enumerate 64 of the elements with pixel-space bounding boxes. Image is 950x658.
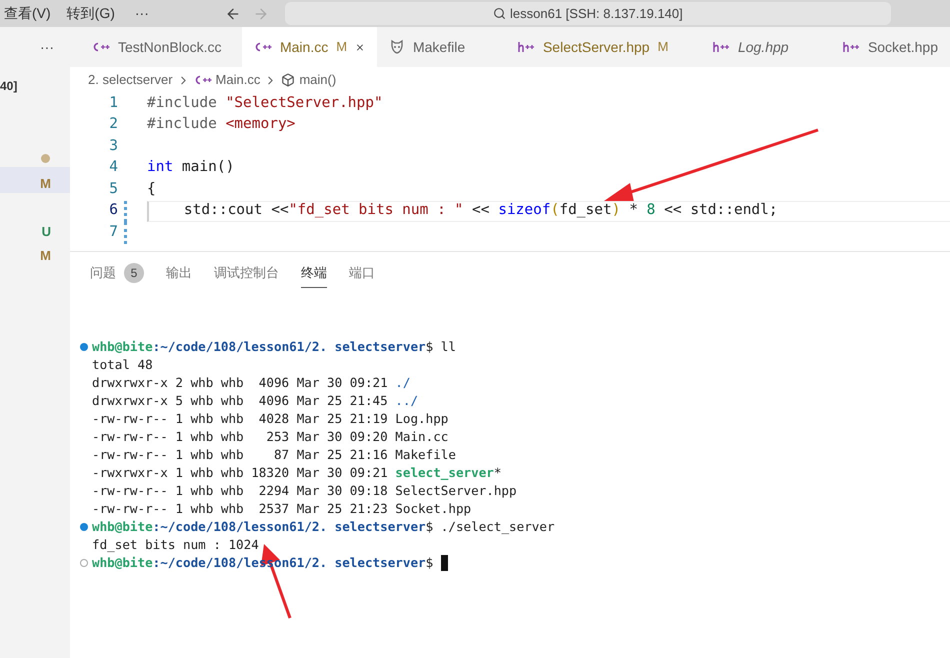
git-status: U [42,222,51,240]
menu-item[interactable]: 转到(G) [66,3,115,24]
prompt-path: :~/code/108/lesson61/2. selectserver [152,338,426,356]
code-line: #include <memory> [147,115,296,134]
code-line: #include "SelectServer.hpp" [147,94,384,113]
breadcrumb-item[interactable]: 2. selectserver [88,70,173,90]
count-badge: 5 [124,262,144,282]
git-status: M [40,246,51,264]
git-status: M [40,174,51,192]
terminal-output: -rw-rw-r-- 1 whb whb 2294 Mar 30 09:18 SelectServer.hpp [92,482,517,500]
cube-icon [281,73,296,87]
back-icon[interactable] [224,6,241,22]
terminal-output: drwxrwxr-x 5 whb whb 4096 Mar 25 21:45 ../ [92,392,418,410]
terminal-output: -rw-rw-r-- 1 whb whb 4028 Mar 25 21:19 Log.hpp [92,410,448,428]
prompt-user: whb@bite [92,338,153,356]
code-line: std::cout <<"fd_set bits num : " << sizeof(fd_set) * 8 << std::endl; [147,200,950,222]
editor-tab[interactable]: Main.cc M [242,27,377,67]
cpp-file-icon [92,41,110,53]
code-line: int main() [147,158,236,178]
terminal-output: fd_set bits num : 1024 [92,536,259,554]
more-menu[interactable]: ··· [40,36,54,58]
prompt-user: whb@bite [92,518,153,536]
line-number: 2 [108,115,118,134]
panel-tab[interactable]: 输出 [166,258,192,288]
menu-item[interactable]: ··· [134,3,149,24]
panel-tab[interactable]: 端口 [349,258,375,288]
panel-tab[interactable]: 终端 [301,258,327,288]
window-title: lesson61 [SSH: 8.137.19.140] [510,4,683,23]
breadcrumb-item[interactable]: main() [299,70,336,90]
prompt-path: :~/code/108/lesson61/2. selectserver [152,518,426,536]
line-number: 6 [108,201,118,220]
search-icon [493,7,506,20]
hpp-file-icon [712,41,730,53]
file-row[interactable]: M [0,167,70,193]
file-row[interactable]: M [0,241,70,265]
hpp-file-icon [516,41,535,53]
breadcrumb-item[interactable]: Main.cc [216,70,260,90]
menu-item[interactable]: 查看(V) [4,3,51,24]
truncated-label: 40] [0,78,18,95]
line-number: 7 [108,222,118,242]
prompt-user: whb@bite [92,554,153,572]
terminal-output: -rwxrwxr-x 1 whb whb 18320 Mar 30 09:21 select_server* [92,464,502,482]
terminal-command: $ [426,554,434,572]
terminal-output: -rw-rw-r-- 1 whb whb 253 Mar 30 09:20 Main.cc [92,428,448,446]
cpp-file-icon [254,41,272,53]
code-line: { [147,180,157,199]
terminal-output: total 48 [92,356,153,374]
terminal-output: -rw-rw-r-- 1 whb whb 2537 Mar 25 21:23 Socket.hpp [92,500,472,518]
hpp-file-icon [842,41,860,53]
terminal-output: drwxrwxr-x 2 whb whb 4096 Mar 30 09:21 ./ [92,374,410,392]
line-number: 5 [108,180,118,199]
panel-tab[interactable]: 调试控制台 [214,258,279,288]
terminal-cursor [440,555,448,571]
panel-tab[interactable]: 问题 5 [90,258,144,288]
terminal-output: -rw-rw-r-- 1 whb whb 87 Mar 25 21:16 Makefile [92,446,456,464]
line-number: 3 [108,136,118,156]
cpp-file-icon [194,74,212,86]
terminal-command: $ ll [426,338,456,356]
file-row[interactable]: U [0,193,70,241]
line-number: 1 [108,94,118,113]
line-number: 4 [108,158,118,178]
terminal-command: $ ./select_server [426,518,555,536]
command-center[interactable]: lesson61 [SSH: 8.137.19.140] [284,2,891,25]
makefile-icon [388,39,405,55]
